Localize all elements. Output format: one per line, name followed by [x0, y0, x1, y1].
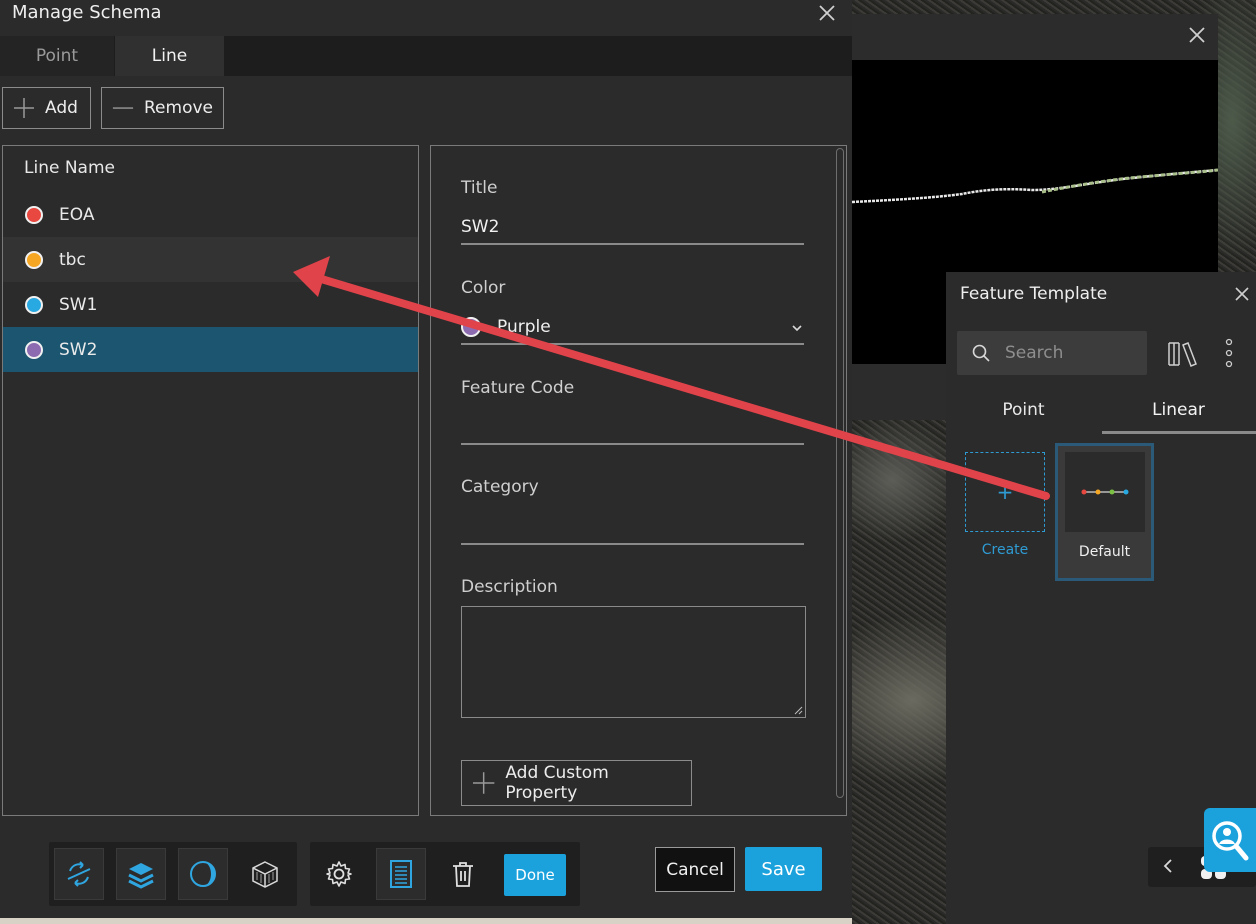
cancel-button[interactable]: Cancel — [655, 847, 735, 892]
active-tab-indicator — [1102, 431, 1256, 434]
manage-schema-dialog: Manage Schema Point Line Add Remove Line… — [0, 0, 852, 924]
document-icon — [390, 860, 412, 888]
line-list-panel: Line Name EOA tbc SW1 SW2 — [2, 145, 419, 816]
add-custom-property-button[interactable]: Add Custom Property — [461, 760, 692, 806]
description-textarea[interactable] — [461, 606, 806, 718]
default-template-card[interactable]: Default — [1055, 443, 1154, 581]
library-icon[interactable] — [1166, 338, 1198, 368]
save-button[interactable]: Save — [745, 847, 822, 891]
search-assistant-button[interactable] — [1204, 808, 1256, 872]
remove-button[interactable]: Remove — [101, 87, 224, 129]
schema-tabbar: Point Line — [0, 36, 852, 76]
chevron-down-icon[interactable] — [791, 322, 803, 334]
title-label: Title — [461, 178, 498, 198]
sync-icon — [67, 861, 91, 887]
add-button-label: Add — [45, 98, 78, 118]
color-swatch — [25, 250, 43, 269]
tab-line[interactable]: Line — [115, 36, 224, 76]
chevron-left-icon[interactable] — [1162, 857, 1174, 875]
search-input[interactable]: Search — [957, 331, 1147, 375]
close-icon[interactable] — [818, 4, 836, 22]
form-scrollbar[interactable] — [836, 148, 844, 798]
line-name: tbc — [59, 249, 86, 270]
viewer-bottom-strip — [852, 364, 946, 420]
title-field[interactable]: SW2 — [461, 217, 804, 237]
remove-button-label: Remove — [144, 98, 213, 118]
list-item[interactable]: SW2 — [3, 327, 418, 372]
edit-tools-group: Done — [310, 842, 580, 906]
magnifier-person-icon — [1212, 821, 1249, 861]
layers-button[interactable] — [116, 848, 166, 900]
contrast-icon — [190, 861, 216, 887]
cube-icon — [252, 861, 278, 888]
resize-handle-icon[interactable] — [794, 706, 803, 715]
category-label: Category — [461, 477, 539, 497]
color-swatch — [461, 317, 481, 337]
feature-code-label: Feature Code — [461, 378, 575, 398]
settings-button[interactable] — [314, 848, 364, 900]
description-label: Description — [461, 577, 558, 597]
tab-point[interactable]: Point — [946, 388, 1101, 432]
color-swatch — [25, 340, 43, 359]
plus-icon: + — [996, 480, 1014, 504]
polyline-icon — [1081, 489, 1129, 495]
sync-button[interactable] — [54, 848, 104, 900]
list-item[interactable]: tbc — [3, 237, 418, 282]
minus-icon — [112, 107, 134, 109]
line-name: SW1 — [59, 294, 98, 315]
color-swatch — [25, 295, 43, 314]
close-icon[interactable] — [1234, 286, 1250, 302]
category-underline — [461, 543, 804, 545]
more-options-icon[interactable] — [1223, 338, 1235, 368]
tab-point[interactable]: Point — [0, 36, 114, 76]
trash-icon — [453, 862, 473, 887]
contrast-button[interactable] — [178, 848, 228, 900]
add-custom-property-label: Add Custom Property — [505, 763, 609, 803]
color-underline — [461, 343, 804, 345]
line-name: SW2 — [59, 339, 98, 360]
add-button[interactable]: Add — [2, 87, 91, 129]
category-field[interactable] — [461, 516, 804, 540]
done-button[interactable]: Done — [504, 854, 566, 896]
default-template-label: Default — [1078, 544, 1131, 560]
template-thumbnail — [1065, 452, 1145, 532]
gear-icon — [326, 861, 352, 887]
bottom-edge-strip — [0, 918, 852, 924]
title-underline — [461, 243, 804, 245]
feature-code-underline — [461, 443, 804, 445]
properties-button[interactable] — [376, 848, 426, 900]
tab-linear[interactable]: Linear — [1101, 388, 1256, 432]
line-properties-form: Title SW2 Color Purple Feature Code Cate… — [430, 145, 847, 816]
dialog-header: Manage Schema — [0, 0, 852, 36]
plus-icon — [14, 98, 34, 118]
color-select[interactable]: Purple — [497, 317, 777, 337]
search-placeholder: Search — [1005, 343, 1064, 363]
delete-button[interactable] — [438, 848, 488, 900]
list-header: Line Name — [24, 158, 115, 178]
panel-title: Feature Template — [960, 284, 1108, 304]
line-name: EOA — [59, 204, 95, 225]
color-label: Color — [461, 278, 506, 298]
cube-button[interactable] — [240, 848, 290, 900]
list-item[interactable]: SW1 — [3, 282, 418, 327]
view-tools-group — [49, 842, 297, 906]
create-template-button[interactable]: + — [965, 452, 1045, 532]
create-template-label[interactable]: Create — [965, 542, 1045, 558]
plus-icon — [472, 772, 495, 794]
layers-icon — [128, 863, 154, 889]
feature-code-field[interactable] — [461, 416, 804, 440]
list-item[interactable]: EOA — [3, 192, 418, 237]
color-swatch — [25, 205, 43, 224]
dialog-title: Manage Schema — [12, 2, 162, 23]
search-icon — [972, 344, 990, 362]
close-icon[interactable] — [1188, 26, 1206, 44]
